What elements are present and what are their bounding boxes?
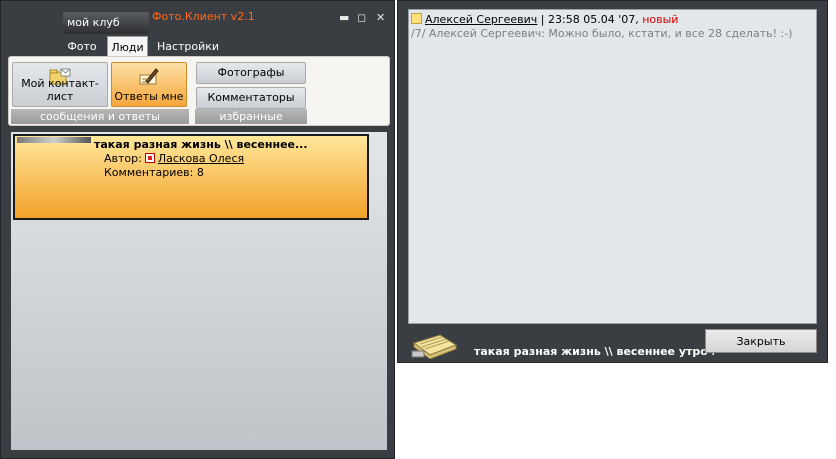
message-window: Алексей Сергеевич | 23:58 05.04 '07, нов…	[397, 0, 828, 363]
ribbon-panel: Мой контакт-лист Ответы мне сообщения и …	[8, 56, 390, 126]
photo-list: такая разная жизнь \\ весеннее... Автор:…	[11, 132, 387, 450]
main-window: мой клуб Фото.Клиент v2.1 ▬ ◻ ✕ Фото Люд…	[0, 0, 395, 459]
pen-writing-icon	[139, 68, 159, 85]
my-club-label[interactable]: мой клуб	[63, 12, 149, 34]
contact-list-label: Мой контакт-лист	[21, 77, 99, 103]
message-area: Алексей Сергеевич | 23:58 05.04 '07, нов…	[408, 9, 817, 324]
app-title: Фото.Клиент v2.1	[152, 10, 255, 23]
group-label-messages: сообщения и ответы	[11, 109, 189, 124]
maximize-icon[interactable]: ◻	[357, 11, 366, 24]
note-icon	[411, 13, 422, 24]
notepad-icon	[411, 334, 458, 359]
commenters-button[interactable]: Комментаторы	[196, 87, 306, 109]
author-link[interactable]: Ласкова Олеся	[158, 152, 244, 165]
close-icon[interactable]: ✕	[376, 11, 385, 24]
item-title: такая разная жизнь \\ весеннее...	[94, 138, 308, 151]
comments-count: Комментариев: 8	[104, 166, 204, 179]
tab-people[interactable]: Люди	[107, 36, 148, 56]
separator: |	[537, 13, 549, 26]
tab-settings[interactable]: Настройки	[153, 36, 223, 56]
message-body: /7/ Алексей Сергеевич: Можно было, кстат…	[411, 27, 793, 40]
contact-list-button[interactable]: Мой контакт-лист	[12, 62, 108, 107]
message-datetime: 23:58 05.04 '07,	[548, 13, 643, 26]
replies-button[interactable]: Ответы мне	[111, 62, 187, 107]
list-item[interactable]: такая разная жизнь \\ весеннее... Автор:…	[13, 134, 369, 220]
item-author: Автор: Ласкова Олеся	[104, 152, 244, 165]
group-label-favorites: избранные	[195, 109, 307, 124]
tab-photo[interactable]: Фото	[59, 36, 105, 56]
message-header: Алексей Сергеевич | 23:58 05.04 '07, нов…	[411, 13, 678, 26]
status-badge: новый	[642, 13, 679, 26]
author-label: Автор:	[104, 152, 142, 165]
photographers-button[interactable]: Фотографы	[196, 62, 306, 84]
photo-thumbnail[interactable]	[17, 137, 91, 143]
minimize-icon[interactable]: ▬	[339, 11, 349, 24]
user-flag-icon	[144, 153, 155, 163]
replies-label: Ответы мне	[114, 90, 184, 103]
close-button[interactable]: Закрыть	[705, 329, 817, 353]
footer-photo-title: такая разная жизнь \\ весеннее утро в гр	[474, 345, 714, 358]
sender-link[interactable]: Алексей Сергеевич	[425, 13, 537, 26]
